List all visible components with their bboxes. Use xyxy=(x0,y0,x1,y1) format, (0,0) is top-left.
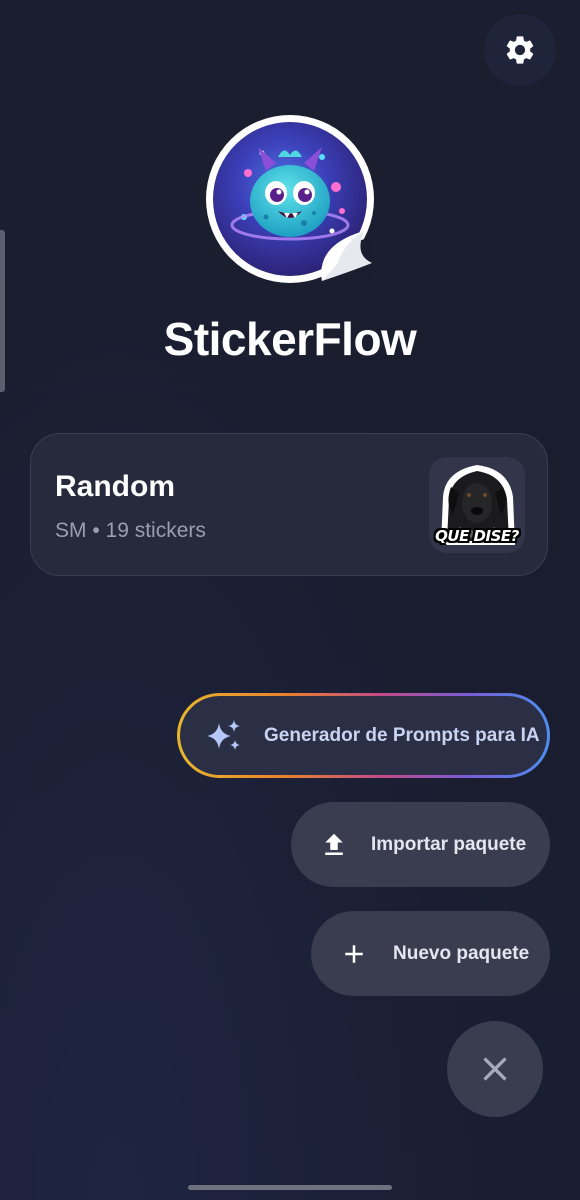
upload-icon xyxy=(325,833,343,855)
ai-prompt-generator-inner[interactable]: Generador de Prompts para IA xyxy=(180,696,547,775)
new-pack-label: Nuevo paquete xyxy=(393,942,530,964)
import-pack-button[interactable]: Importar paquete xyxy=(291,802,550,887)
sticker-caption: QUE DISE? xyxy=(435,527,519,545)
close-icon xyxy=(483,1057,507,1081)
pack-thumbnail: QUE DISE? xyxy=(429,457,525,553)
app-logo xyxy=(206,115,374,283)
ai-prompt-generator-button[interactable]: Generador de Prompts para IA xyxy=(177,693,550,778)
edge-scroll-handle[interactable] xyxy=(0,230,5,392)
pack-meta: SM • 19 stickers xyxy=(55,519,206,542)
home-indicator[interactable] xyxy=(188,1185,392,1190)
settings-button[interactable] xyxy=(484,14,556,86)
import-pack-label: Importar paquete xyxy=(371,833,527,855)
new-pack-button[interactable]: Nuevo paquete xyxy=(311,911,550,996)
pack-name: Random xyxy=(55,470,175,503)
ai-prompt-generator-label: Generador de Prompts para IA xyxy=(264,724,540,746)
sticker-pack-card[interactable]: Random SM • 19 stickers QUE DISE? xyxy=(30,433,548,576)
gear-icon xyxy=(506,36,534,64)
sparkles-icon xyxy=(207,719,240,750)
plus-icon xyxy=(345,944,363,963)
app-title: StickerFlow xyxy=(163,313,417,365)
close-menu-button[interactable] xyxy=(447,1021,543,1117)
